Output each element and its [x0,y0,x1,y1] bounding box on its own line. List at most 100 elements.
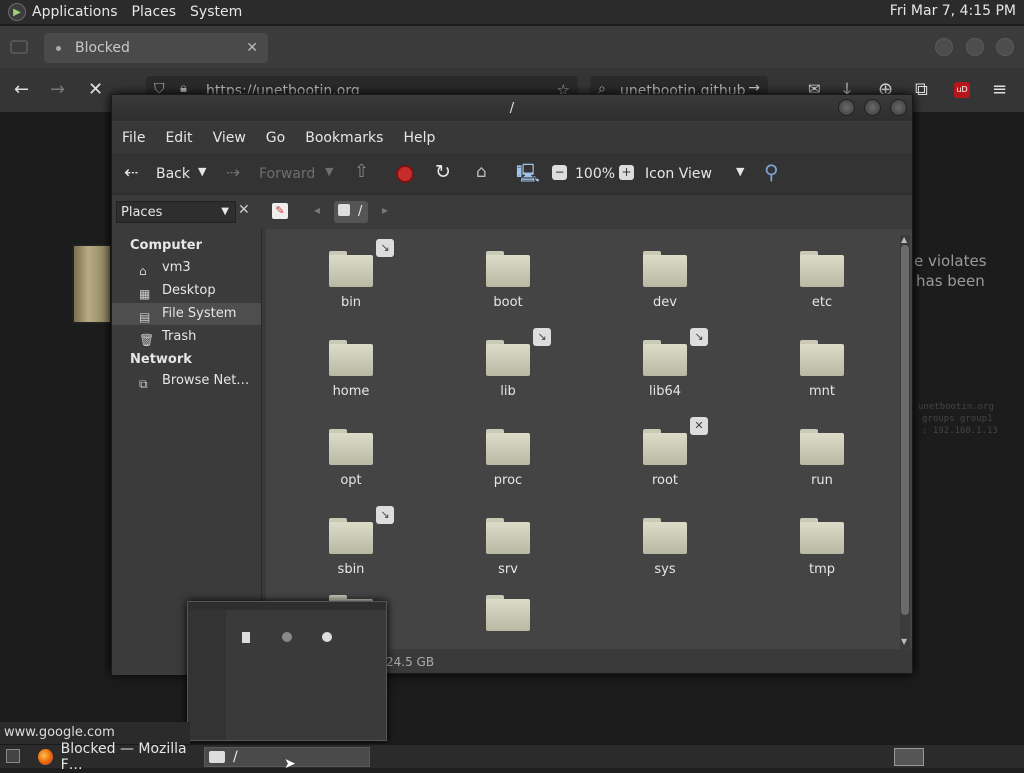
folder-run[interactable]: run [767,417,877,497]
sidebar-item-trash[interactable]: 🗑︎ Trash [112,326,261,348]
folder-icon [486,251,530,287]
tab-overview-icon[interactable] [10,40,28,54]
taskbar-item-firefox[interactable]: Blocked — Mozilla F… [34,741,200,773]
sidebar-item-vm3[interactable]: ⌂ vm3 [112,257,261,279]
path-root-button[interactable]: / [334,201,368,223]
folder-lib64[interactable]: ↘ lib64 [610,328,720,408]
window-maximize-button[interactable] [864,99,881,116]
back-icon[interactable]: ⇠ [124,163,138,183]
folder-etc[interactable]: etc [767,239,877,319]
panel-menu-applications[interactable]: Applications [32,4,118,20]
folder-label: tmp [808,562,835,577]
preview-menubar [188,602,386,610]
menu-go[interactable]: Go [266,130,285,146]
back-arrow-icon[interactable]: ← [14,79,29,100]
distro-logo-icon[interactable]: ▶ [8,3,26,21]
back-history-dropdown-icon[interactable]: ▼ [198,165,206,178]
extensions-icon[interactable]: ⧉ [915,79,928,100]
zoom-out-icon[interactable]: − [552,165,567,180]
folder-icon [329,251,373,287]
folder-home[interactable]: home [296,328,406,408]
home-icon[interactable]: ⌂ [476,162,487,182]
folder-icon [486,518,530,554]
hamburger-menu-icon[interactable]: ≡ [992,79,1007,100]
edit-location-icon[interactable]: ✎ [272,203,288,219]
trash-icon: 🗑︎ [139,333,155,347]
firefox-close-button[interactable] [996,38,1014,56]
stop-icon[interactable] [396,165,414,183]
folder-bin[interactable]: ↘ bin [296,239,406,319]
folder-mnt[interactable]: mnt [767,328,877,408]
ublock-icon[interactable]: uD [954,82,970,98]
desktop-icon: ▦ [139,287,151,301]
window-close-button[interactable] [890,99,907,116]
panel-menu-system[interactable]: System [190,4,242,20]
folder-sys[interactable]: sys [610,506,720,586]
folder-root[interactable]: ✕ root [610,417,720,497]
forward-history-dropdown-icon[interactable]: ▼ [325,165,333,178]
sidebar-item-desktop[interactable]: ▦ Desktop [112,280,261,302]
forward-button[interactable]: Forward [259,166,315,182]
menu-edit[interactable]: Edit [165,130,192,146]
reload-icon[interactable]: ↻ [435,161,451,183]
menu-bar: File Edit View Go Bookmarks Help [112,123,912,153]
firefox-minimize-button[interactable] [935,38,953,56]
forward-arrow-icon[interactable]: → [50,79,65,100]
zoom-in-icon[interactable]: + [619,165,634,180]
menu-bookmarks[interactable]: Bookmarks [305,130,383,146]
firefox-maximize-button[interactable] [966,38,984,56]
workspace-switcher-icon[interactable] [894,748,924,766]
folder-proc[interactable]: proc [453,417,563,497]
search-icon[interactable]: ⚲ [764,160,779,184]
folder-opt[interactable]: opt [296,417,406,497]
scroll-up-icon[interactable]: ▲ [901,235,907,244]
top-panel: ▶ Applications Places System Fri Mar 7, … [0,0,1024,25]
view-mode-select[interactable]: Icon View [645,166,712,182]
folder-label: srv [498,562,518,577]
sidebar-select[interactable]: Places ▼ [116,201,236,223]
tab-close-icon[interactable]: ✕ [246,40,258,56]
sidebar-item-browse-network[interactable]: ⧉ Browse Net… [112,370,261,392]
folder-lib[interactable]: ↘ lib [453,328,563,408]
window-preview-thumbnail[interactable] [187,601,387,741]
window-minimize-button[interactable] [838,99,855,116]
folder-srv[interactable]: srv [453,506,563,586]
clock[interactable]: Fri Mar 7, 4:15 PM [890,3,1016,19]
scrollbar-thumb[interactable] [901,245,909,615]
firefox-tab-blocked[interactable]: Blocked ✕ [44,33,268,63]
folder-tmp[interactable]: tmp [767,506,877,586]
path-prev-icon[interactable]: ◂ [314,203,320,217]
stop-loading-icon[interactable]: ✕ [88,79,103,100]
network-icon: ⧉ [139,377,148,391]
folder-sbin[interactable]: ↘ sbin [296,506,406,586]
tab-loading-icon [56,45,61,51]
folder-icon [329,340,373,376]
scroll-down-icon[interactable]: ▼ [901,637,907,646]
sidebar-item-file-system[interactable]: ▤ File System [112,303,261,325]
folder-label: lib64 [648,384,682,399]
path-next-icon[interactable]: ▸ [382,203,388,217]
panel-menu-places[interactable]: Places [132,4,177,20]
file-icon-view[interactable]: ↘ bin boot dev etc home ↘ lib ↘ lib64 mnt o… [266,229,912,649]
folder-icon [486,429,530,465]
folder-icon [329,518,373,554]
folder-label: opt [340,473,362,488]
menu-view[interactable]: View [213,130,246,146]
drive-icon: ▤ [139,310,151,324]
location-bar: Places ▼ ✕ ✎ ◂ / ▸ [112,195,912,229]
menu-help[interactable]: Help [403,130,435,146]
folder-dev[interactable]: dev [610,239,720,319]
page-blocked-text-2: has been [916,272,985,290]
show-desktop-icon[interactable] [6,749,20,763]
folder-boot[interactable]: boot [453,239,563,319]
computer-icon[interactable]: 🖳 [516,161,540,191]
menu-file[interactable]: File [122,130,145,146]
back-button[interactable]: Back [156,166,190,182]
sidebar-close-icon[interactable]: ✕ [238,202,250,218]
toolbar: ⇠ Back ▼ ⇢ Forward ▼ ⇧ ↻ ⌂ 🖳 − 100% + Ic… [112,153,912,195]
window-title[interactable]: / [112,95,912,121]
folder-partial-2[interactable] [453,583,563,633]
up-arrow-icon[interactable]: ⇧ [354,161,369,182]
forward-icon[interactable]: ⇢ [226,163,240,183]
view-mode-dropdown-icon[interactable]: ▼ [736,165,744,178]
